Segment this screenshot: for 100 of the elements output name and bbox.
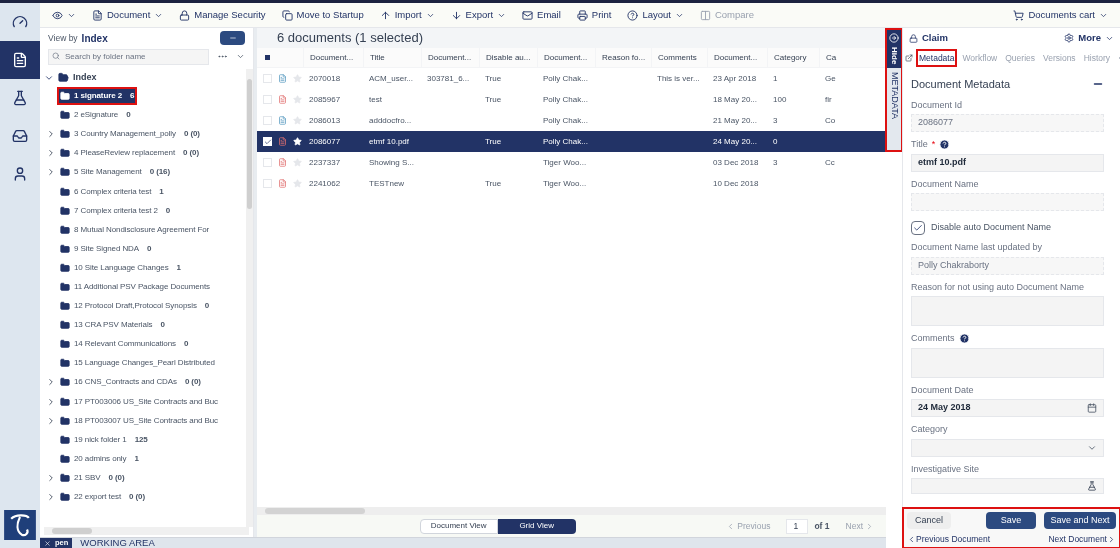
table-row[interactable]: 2085967 test True Polly Chak... 18 May 20... 100 fir: [257, 89, 886, 110]
page-field[interactable]: 1: [786, 518, 809, 534]
column-header[interactable]: Document...: [537, 48, 595, 67]
folder-item[interactable]: 9 Site Signed NDA 0: [58, 240, 154, 257]
chevron-icon[interactable]: [46, 377, 56, 388]
column-header[interactable]: Document...: [707, 48, 767, 67]
table-cell: True: [485, 72, 502, 85]
chevron-icon[interactable]: [46, 167, 56, 178]
chevron-icon[interactable]: [46, 129, 56, 140]
table-row[interactable]: 2086013 adddocfro... Polly Chak... 21 May 20... 3 Co: [257, 110, 886, 131]
save-and-next-button[interactable]: Save and Next: [1044, 512, 1116, 529]
toolbar-button[interactable]: Layout: [627, 7, 684, 23]
text-field[interactable]: etmf 10.pdf: [911, 153, 1104, 172]
column-header[interactable]: Category: [767, 48, 819, 67]
view-toggle[interactable]: Grid View: [497, 518, 576, 534]
folder-item[interactable]: 6 Complex criteria test 1: [58, 183, 166, 200]
folder-item[interactable]: 8 Mutual Nondisclosure Agreement For: [58, 221, 212, 238]
rail-item[interactable]: [0, 41, 40, 79]
external-link-icon[interactable]: [905, 54, 913, 62]
folder-item[interactable]: 22 export test 0 (0): [58, 489, 148, 505]
chevron-icon[interactable]: [46, 415, 56, 426]
scrollbar[interactable]: [257, 507, 886, 515]
folder-item[interactable]: 21 SBV 0 (0): [58, 469, 127, 486]
scrollbar[interactable]: [246, 68, 253, 527]
previous-document-link[interactable]: Previous Document: [907, 533, 991, 546]
column-header[interactable]: Document...: [303, 48, 363, 67]
toolbar-button[interactable]: Export: [450, 7, 507, 23]
tree-node[interactable]: Index: [40, 68, 246, 87]
toolbar-button[interactable]: Manage Security: [179, 7, 266, 23]
folder-icon: [60, 167, 70, 178]
table-cell: adddocfro...: [369, 114, 412, 127]
chevron-icon[interactable]: [46, 472, 56, 483]
chevron-icon[interactable]: [46, 492, 56, 502]
table-row[interactable]: 2241062 TESTnew True Tiger Woo... 10 Dec 2018: [257, 173, 886, 194]
view-toggle[interactable]: Document View: [419, 518, 498, 534]
minus-icon: [228, 34, 237, 42]
column-header[interactable]: Reason fo...: [595, 48, 651, 67]
select-field[interactable]: [911, 438, 1104, 457]
folder-item[interactable]: 17 PT003006 US_Site Contracts and Buc: [58, 393, 220, 410]
column-header[interactable]: Disable au...: [479, 48, 537, 67]
folder-item[interactable]: 2 eSignature 0: [58, 107, 133, 124]
checkbox[interactable]: [911, 221, 925, 235]
folder-item[interactable]: 15 Language Changes_Pearl Distributed: [58, 355, 217, 372]
folder-count: 0 (0): [183, 147, 199, 160]
column-header[interactable]: Ca: [819, 48, 843, 67]
chevron-icon[interactable]: [46, 396, 56, 407]
folder-item[interactable]: 3 Country Management_polly 0 (0): [58, 126, 202, 143]
folder-item[interactable]: 12 Protocol Draft,Protocol Synopsis 0: [58, 298, 212, 315]
cart-button[interactable]: Documents cart: [1013, 7, 1108, 23]
folder-item[interactable]: 14 Relevant Communications 0: [58, 336, 191, 353]
folder-item[interactable]: 4 PleaseReview replacement 0 (0): [58, 145, 201, 162]
folder-item[interactable]: 5 Site Management 0 (16): [58, 164, 172, 181]
flask-icon[interactable]: [1087, 481, 1097, 491]
star-icon[interactable]: [293, 158, 302, 167]
column-header[interactable]: Document...: [421, 48, 479, 67]
folder-item[interactable]: 16 CNS_Contracts and CDAs 0 (0): [58, 374, 203, 391]
cancel-button[interactable]: Cancel: [907, 512, 951, 529]
claim-button[interactable]: Claim: [909, 30, 948, 46]
help-icon[interactable]: [939, 139, 951, 151]
calendar-icon[interactable]: [1087, 403, 1097, 413]
scrollbar[interactable]: [44, 527, 249, 535]
folder-item[interactable]: 1 signature 2 6: [58, 88, 137, 105]
toolbar-button[interactable]: Document: [92, 7, 164, 23]
table-row[interactable]: 2086077 etmf 10.pdf True Polly Chak... 24 May 20... 0: [257, 131, 886, 152]
next-document-link[interactable]: Next Document: [1048, 533, 1116, 546]
metadata-side-tab[interactable]: Hide METADATA: [886, 29, 902, 151]
star-icon[interactable]: [293, 179, 302, 188]
field-label: Comments: [911, 332, 955, 345]
toolbar-button[interactable]: [52, 9, 76, 21]
help-icon[interactable]: [958, 333, 970, 345]
lookup-field[interactable]: [911, 478, 1104, 494]
panel-tab[interactable]: Metadata: [917, 50, 957, 66]
column-header[interactable]: Comments: [651, 48, 707, 67]
folder-name: 12 Protocol Draft,Protocol Synopsis: [74, 300, 197, 313]
folder-item[interactable]: 18 PT003007 US_Site Contracts and Buc: [58, 412, 220, 429]
toolbar-button[interactable]: Import: [379, 7, 435, 23]
star-icon[interactable]: [293, 74, 302, 83]
star-icon[interactable]: [293, 116, 302, 125]
search-field[interactable]: Search by folder name: [48, 48, 209, 65]
folder-item[interactable]: 13 CRA PSV Materials 0: [58, 317, 167, 334]
folder-item[interactable]: 19 nick folder 1 125: [58, 431, 150, 448]
folder-item[interactable]: 11 Additional PSV Package Documents: [58, 279, 212, 295]
checkbox[interactable]: [263, 137, 272, 146]
toolbar-button[interactable]: Print: [576, 7, 612, 23]
toolbar-button[interactable]: Move to Startup: [281, 7, 364, 23]
folder-item[interactable]: 20 admins only 1: [58, 450, 141, 467]
table-row[interactable]: 2237337 Showing S... Tiger Woo... 03 Dec 2018 3 Cc: [257, 152, 886, 173]
folder-item[interactable]: 10 Site Language Changes 1: [58, 259, 183, 276]
more-button[interactable]: More: [1064, 30, 1114, 46]
save-button[interactable]: Save: [986, 512, 1036, 529]
close-icon[interactable]: [44, 539, 51, 547]
column-header[interactable]: Title: [363, 48, 421, 67]
collapse-button[interactable]: [220, 31, 245, 45]
chevron-icon[interactable]: [46, 148, 56, 159]
star-icon[interactable]: [293, 95, 302, 104]
table-cell: etmf 10.pdf: [369, 135, 410, 148]
date-field[interactable]: 24 May 2018: [911, 399, 1104, 417]
toolbar-button[interactable]: Email: [522, 7, 561, 23]
folder-item[interactable]: 7 Complex criteria test 2 0: [58, 202, 173, 219]
table-row[interactable]: 2070018 ACM_user... 303781_6... True Polly Chak... This is ver... 23 Apr 2018 1 Ge: [257, 68, 886, 89]
